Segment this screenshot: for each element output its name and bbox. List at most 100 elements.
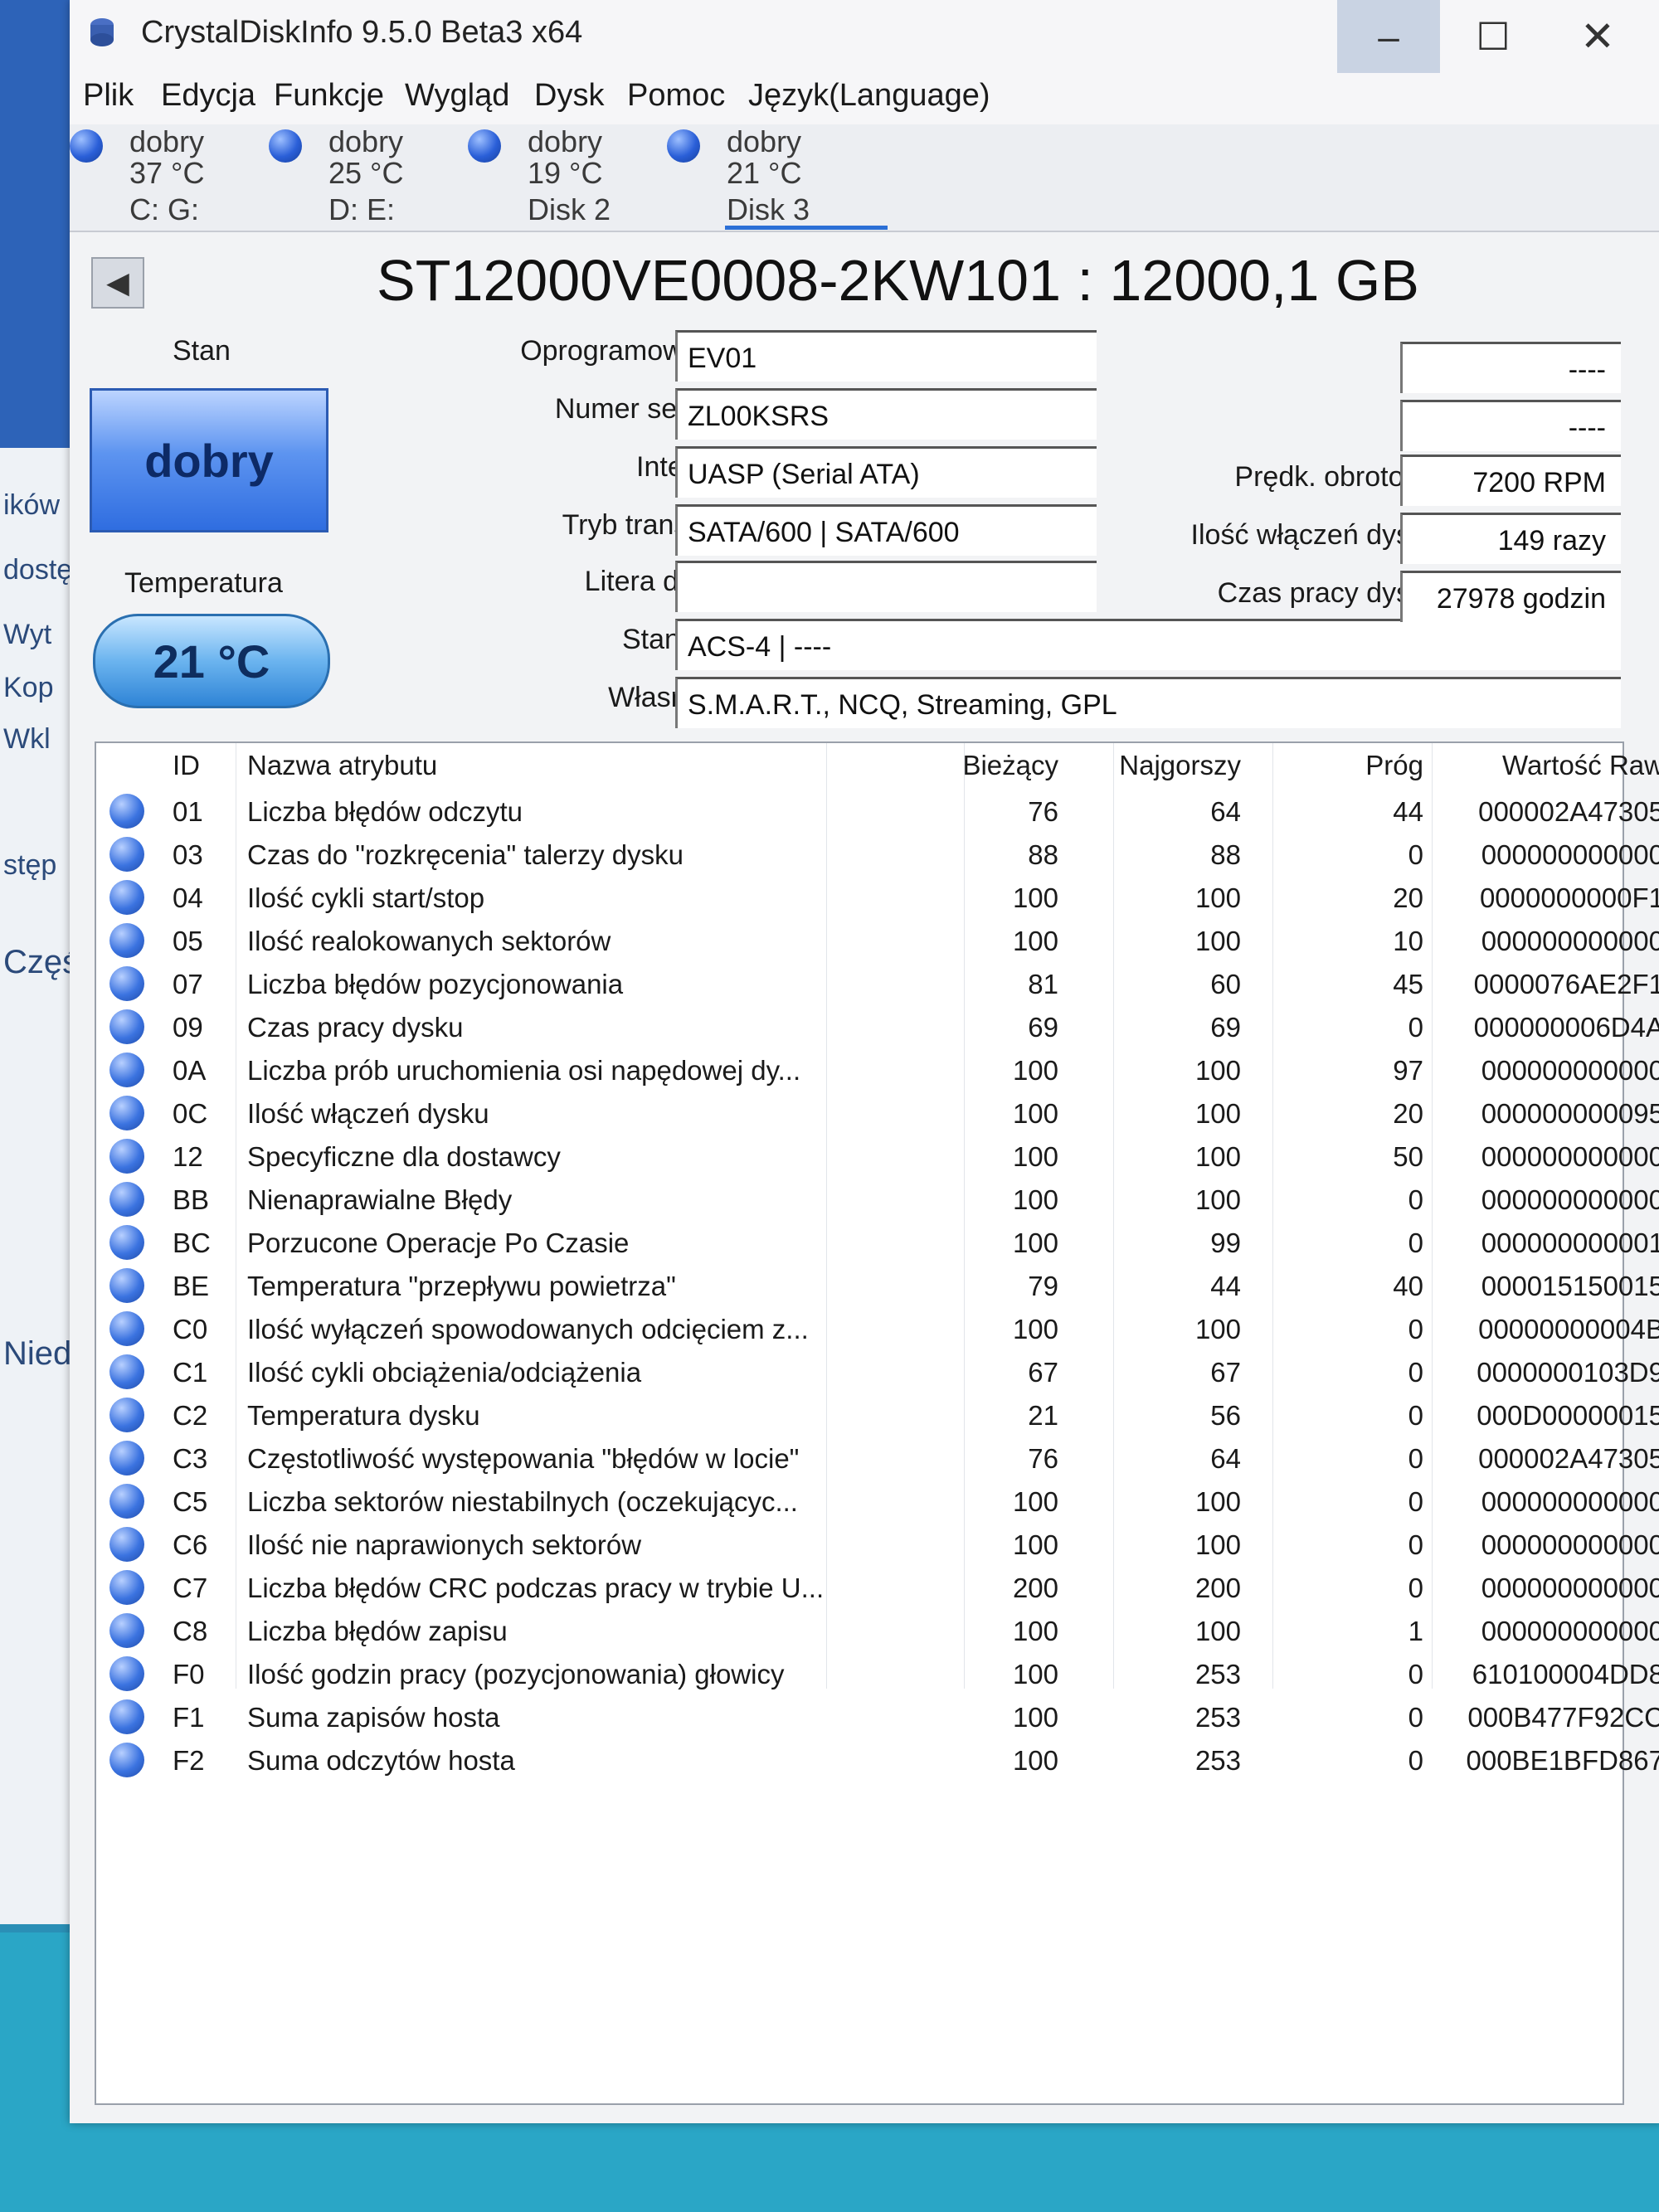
attribute-threshold: 0 [1408, 1314, 1423, 1344]
table-row[interactable]: F1 Suma zapisów hosta 100 253 0 000B477F92CC [96, 1695, 1659, 1738]
table-row[interactable]: BB Nienaprawialne Błędy 100 100 0 00000000000… [96, 1178, 1659, 1221]
temperature-display[interactable]: 21 °C [93, 614, 330, 708]
table-row[interactable]: 05 Ilość realokowanych sektorów 100 100 10 00… [96, 919, 1659, 962]
table-row[interactable]: BE Temperatura "przepływu powietrza" 79 44 4… [96, 1264, 1659, 1307]
firmware-field: EV01 [675, 330, 1097, 382]
attribute-threshold: 0 [1408, 1659, 1423, 1689]
attribute-current: 88 [1028, 839, 1058, 870]
disk-tab-3[interactable]: dobry 19 °C Disk 2 [468, 124, 659, 231]
attribute-threshold: 44 [1393, 796, 1423, 827]
menu-plik[interactable]: Plik [83, 78, 134, 114]
table-row[interactable]: F2 Suma odczytów hosta 100 253 0 000BE1BFD867 [96, 1738, 1659, 1782]
blank-field-1: ---- [1400, 342, 1621, 393]
table-row[interactable]: C7 Liczba błędów CRC podczas pracy w tryb… [96, 1566, 1659, 1609]
table-row[interactable]: 04 Ilość cykli start/stop 100 100 20 00000000… [96, 876, 1659, 919]
attribute-raw-value: 0000000103D9 [1477, 1357, 1659, 1388]
table-row[interactable]: F0 Ilość godzin pracy (pozycjonowania) gł… [96, 1652, 1659, 1695]
attribute-worst: 67 [1210, 1357, 1241, 1388]
disk-temp: 25 °C [328, 156, 404, 190]
attribute-id: C7 [173, 1573, 208, 1603]
header-worst[interactable]: Najgorszy [1075, 750, 1241, 781]
attribute-threshold: 0 [1408, 1400, 1423, 1431]
table-row[interactable]: C2 Temperatura dysku 21 56 0 000D00000015 [96, 1393, 1659, 1437]
attribute-raw-value: 000000000000 [1481, 1573, 1659, 1603]
attribute-id: C1 [173, 1357, 208, 1388]
attribute-id: 07 [173, 969, 203, 999]
menu-funkcje[interactable]: Funkcje [274, 78, 384, 114]
table-row[interactable]: 01 Liczba błędów odczytu 76 64 44 000002A4730… [96, 790, 1659, 833]
attribute-raw-value: 000002A47305 [1478, 1443, 1659, 1474]
header-name[interactable]: Nazwa atrybutu [247, 750, 437, 781]
disk-info-panel: ◀ ST12000VE0008-2KW101 : 12000,1 GB Stan… [70, 232, 1659, 2123]
attribute-current: 100 [1012, 926, 1058, 956]
menu-dysk[interactable]: Dysk [534, 78, 604, 114]
disk-status: dobry [328, 124, 404, 158]
attribute-name: Ilość cykli start/stop [247, 882, 485, 913]
table-row[interactable]: 03 Czas do "rozkręcenia" talerzy dysku 88 8… [96, 833, 1659, 876]
attribute-threshold: 0 [1408, 1228, 1423, 1258]
attribute-name: Ilość cykli obciążenia/odciążenia [247, 1357, 642, 1388]
smart-attributes-table[interactable]: ID Nazwa atrybutu Bieżący Najgorszy Próg… [95, 741, 1659, 2105]
disk-tab-2[interactable]: dobry 25 °C D: E: [269, 124, 460, 231]
attribute-current: 76 [1028, 796, 1058, 827]
active-tab-indicator [725, 226, 888, 230]
table-row[interactable]: C6 Ilość nie naprawionych sektorów 100 100 0… [96, 1523, 1659, 1566]
attribute-name: Liczba błędów pozycjonowania [247, 969, 624, 999]
table-row[interactable]: 09 Czas pracy dysku 69 69 0 000000006D4A [96, 1005, 1659, 1048]
status-dot-icon [109, 1656, 144, 1691]
attribute-worst: 64 [1210, 1443, 1241, 1474]
menu-jezyk[interactable]: Język(Language) [748, 78, 990, 114]
menu-edycja[interactable]: Edycja [161, 78, 255, 114]
menu-bar: Plik Edycja Funkcje Wygląd Dysk Pomoc Ję… [70, 73, 1659, 124]
attribute-raw-value: 000000000000 [1481, 1141, 1659, 1172]
desktop-background-top [0, 0, 75, 448]
disk-tab-1[interactable]: dobry 37 °C C: G: [70, 124, 260, 231]
header-id[interactable]: ID [173, 750, 200, 781]
table-row[interactable]: C1 Ilość cykli obciążenia/odciążenia 67 67 0… [96, 1350, 1659, 1393]
status-dot-icon [109, 923, 144, 958]
header-threshold[interactable]: Próg [1324, 750, 1423, 781]
features-field: S.M.A.R.T., NCQ, Streaming, GPL [675, 677, 1621, 728]
table-row[interactable]: BC Porzucone Operacje Po Czasie 100 99 0 0000… [96, 1221, 1659, 1264]
disk-selector: dobry 37 °C C: G: dobry 25 °C D: E: dobr… [70, 124, 1659, 232]
attribute-name: Liczba prób uruchomienia osi napędowej d… [247, 1055, 801, 1086]
maximize-button[interactable]: ☐ [1442, 0, 1545, 73]
attribute-id: BB [173, 1184, 210, 1215]
attribute-worst: 88 [1210, 839, 1241, 870]
health-status-icon [70, 129, 103, 163]
background-text: ików [3, 489, 61, 521]
minimize-button[interactable]: – [1337, 0, 1440, 73]
disk-tab-4[interactable]: dobry 21 °C Disk 3 [667, 124, 888, 231]
table-row[interactable]: 0C Ilość włączeń dysku 100 100 20 00000000009… [96, 1091, 1659, 1135]
menu-pomoc[interactable]: Pomoc [627, 78, 725, 114]
menu-wyglad[interactable]: Wygląd [405, 78, 509, 114]
table-row[interactable]: C3 Częstotliwość występowania "błędów w l… [96, 1437, 1659, 1480]
background-text: Częś [3, 944, 80, 980]
attribute-raw-value: 000BE1BFD867 [1466, 1745, 1659, 1776]
attribute-threshold: 0 [1408, 1443, 1423, 1474]
table-row[interactable]: 0A Liczba prób uruchomienia osi napędowej… [96, 1048, 1659, 1091]
attribute-threshold: 0 [1408, 1702, 1423, 1733]
table-row[interactable]: C5 Liczba sektorów niestabilnych (oczekuj… [96, 1480, 1659, 1523]
table-row[interactable]: C8 Liczba błędów zapisu 100 100 1 00000000000… [96, 1609, 1659, 1652]
status-dot-icon [109, 1009, 144, 1044]
attribute-id: 0A [173, 1055, 207, 1086]
attribute-current: 69 [1028, 1012, 1058, 1043]
table-row[interactable]: C0 Ilość wyłączeń spowodowanych odcięciem… [96, 1307, 1659, 1350]
table-row[interactable]: 12 Specyficzne dla dostawcy 100 100 50 000000… [96, 1135, 1659, 1178]
status-dot-icon [109, 1527, 144, 1562]
status-dot-icon [109, 966, 144, 1001]
header-raw[interactable]: Wartość Raw [1457, 750, 1659, 781]
status-dot-icon [109, 1570, 144, 1605]
attribute-id: BE [173, 1271, 210, 1301]
attribute-id: C5 [173, 1486, 208, 1517]
table-row[interactable]: 07 Liczba błędów pozycjonowania 81 60 45 0000… [96, 962, 1659, 1005]
title-bar[interactable]: CrystalDiskInfo 9.5.0 Beta3 x64 – ☐ ✕ [70, 0, 1659, 73]
close-button[interactable]: ✕ [1546, 0, 1649, 73]
health-status-button[interactable]: dobry [90, 388, 328, 532]
previous-disk-button[interactable]: ◀ [91, 257, 144, 309]
attribute-name: Ilość realokowanych sektorów [247, 926, 611, 956]
attribute-current: 100 [1012, 1228, 1058, 1258]
header-current[interactable]: Bieżący [926, 750, 1058, 781]
attribute-id: C0 [173, 1314, 208, 1344]
